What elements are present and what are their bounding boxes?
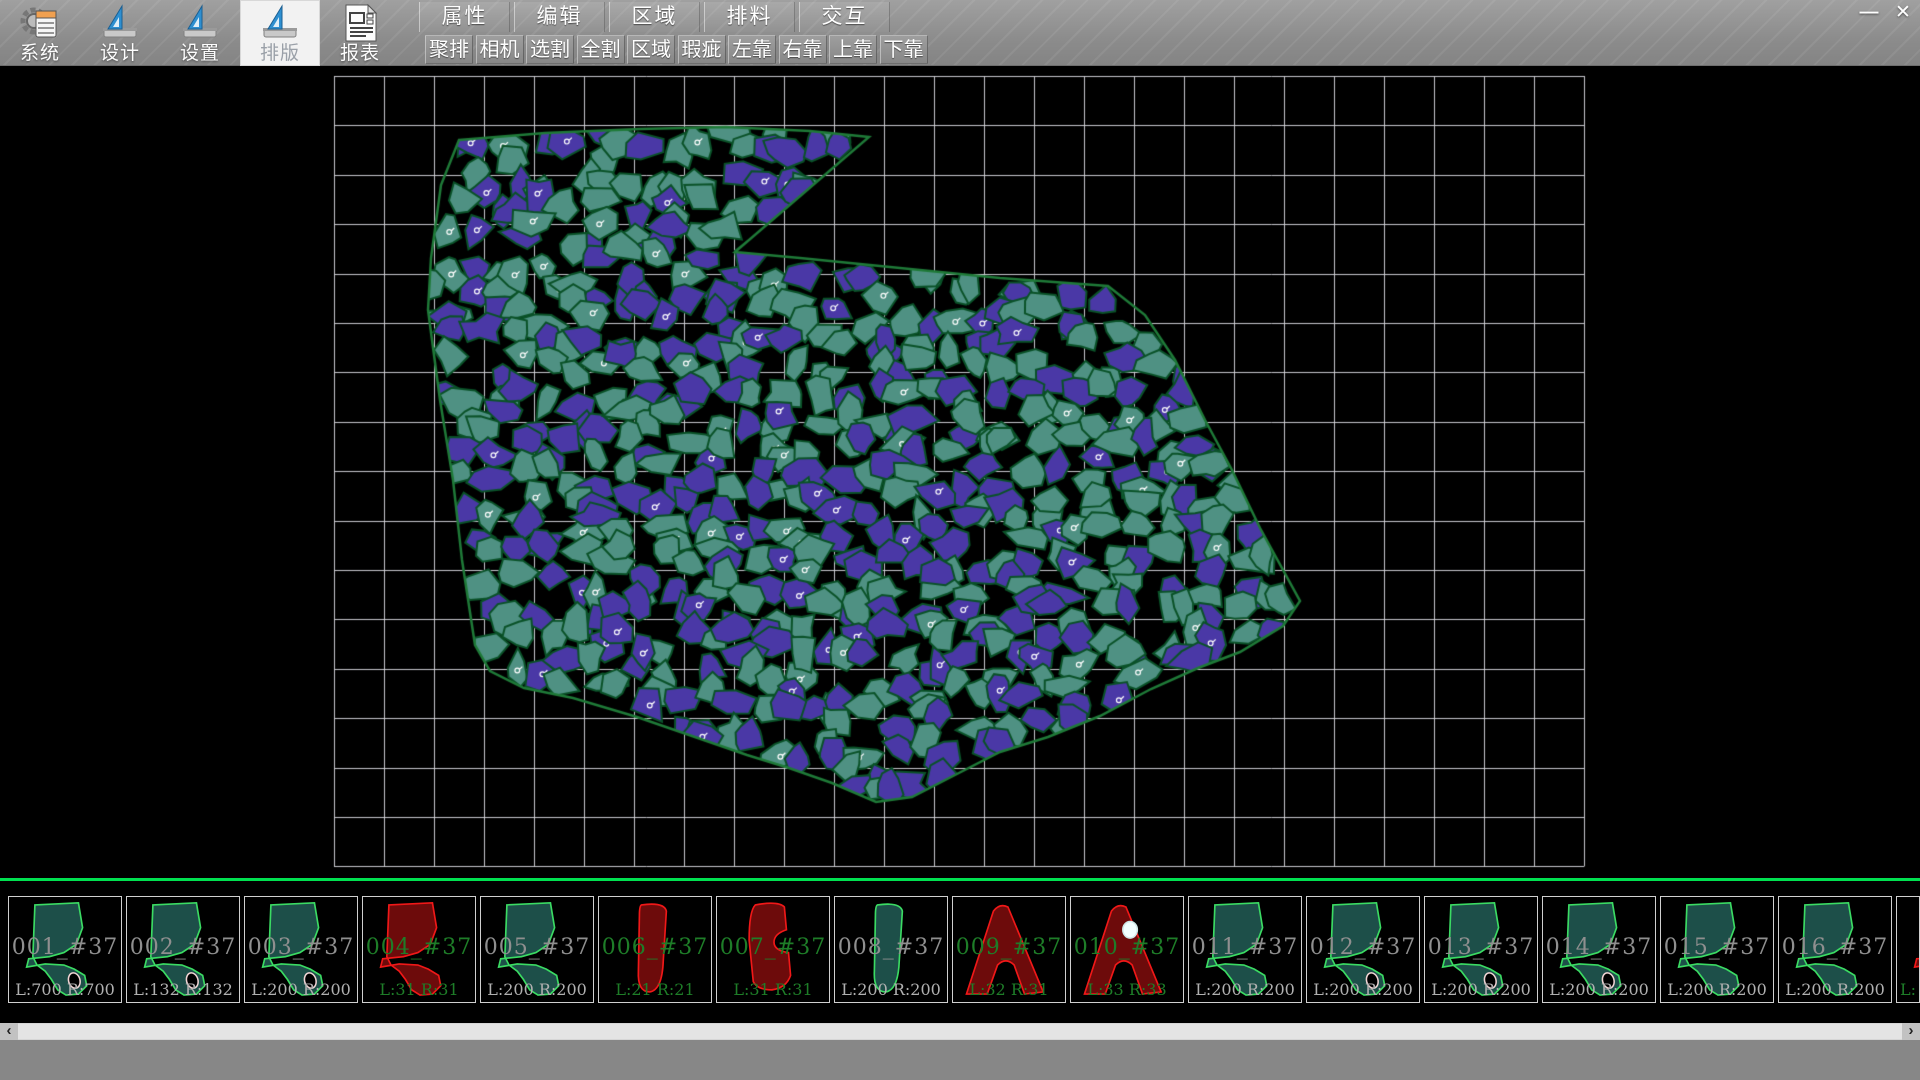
part-thumbnail-004_#37[interactable]: 004_#37 L:31 R:31 xyxy=(362,896,476,1003)
design-ruler-icon xyxy=(80,3,160,43)
part-id-label: 006_#37 xyxy=(599,935,711,960)
part-lr-count-label: L:200 R:200 xyxy=(835,980,947,999)
part-thumbnail-005_#37[interactable]: 005_#37 L:200 R:200 xyxy=(480,896,594,1003)
part-id-label: 008_#37 xyxy=(835,935,947,960)
part-id-label: 009_#37 xyxy=(953,935,1065,960)
mode-button-label: 排版 xyxy=(240,43,320,65)
action-button-区域[interactable]: 区域 xyxy=(627,35,675,64)
part-id-label: 005_#37 xyxy=(481,935,593,960)
action-button-选割[interactable]: 选割 xyxy=(526,35,574,64)
menu-tab-交互[interactable]: 交互 xyxy=(799,2,890,32)
mode-button-报表[interactable]: 报表 xyxy=(320,0,400,66)
part-thumbnail-strip: 001_#37 L:700 R:700 002_#37 L:132 R:132 003_… xyxy=(0,876,1920,1023)
part-thumbnail-006_#37[interactable]: 006_#37 L:21 R:21 xyxy=(598,896,712,1003)
mode-button-系统[interactable]: 系统 xyxy=(0,0,80,66)
nesting-ruler-icon xyxy=(240,3,320,43)
part-thumbnail-009_#37[interactable]: 009_#37 L:32 R:31 xyxy=(952,896,1066,1003)
scrollbar-thumb[interactable] xyxy=(18,1024,1902,1039)
part-id-label: 002_#37 xyxy=(127,935,239,960)
part-lr-count-label: L:132 R:132 xyxy=(127,980,239,999)
part-lr-count-label: L:31 R:31 xyxy=(363,980,475,999)
part-lr-count-label: L:200 R:200 xyxy=(1661,980,1773,999)
part-thumbnail-partial[interactable]: L: xyxy=(1896,896,1920,1003)
scroll-right-arrow-icon[interactable]: › xyxy=(1902,1023,1920,1040)
part-thumbnail-002_#37[interactable]: 002_#37 L:132 R:132 xyxy=(126,896,240,1003)
part-lr-count-label: L:33 R:33 xyxy=(1071,980,1183,999)
mode-button-label: 系统 xyxy=(0,43,80,65)
part-lr-count-label: L:200 R:200 xyxy=(1189,980,1301,999)
part-id-label: 011_#37 xyxy=(1189,935,1301,960)
system-gear-icon xyxy=(0,3,80,43)
action-button-瑕疵[interactable]: 瑕疵 xyxy=(678,35,726,64)
action-button-上靠[interactable]: 上靠 xyxy=(829,35,877,64)
part-thumbnail-014_#37[interactable]: 014_#37 L:200 R:200 xyxy=(1542,896,1656,1003)
part-id-label: 010_#37 xyxy=(1071,935,1183,960)
part-lr-count-label: L:21 R:21 xyxy=(599,980,711,999)
strip-accent-line xyxy=(0,878,1920,881)
action-button-全割[interactable]: 全割 xyxy=(577,35,625,64)
mode-button-排版[interactable]: 排版 xyxy=(240,0,320,66)
part-id-label: 003_#37 xyxy=(245,935,357,960)
part-id-label: 012_#37 xyxy=(1307,935,1419,960)
part-id-label: 015_#37 xyxy=(1661,935,1773,960)
part-thumbnail-015_#37[interactable]: 015_#37 L:200 R:200 xyxy=(1660,896,1774,1003)
part-id-label: 014_#37 xyxy=(1543,935,1655,960)
part-id-label: 001_#37 xyxy=(9,935,121,960)
scroll-left-arrow-icon[interactable]: ‹ xyxy=(0,1023,18,1040)
menu-tab-属性[interactable]: 属性 xyxy=(419,2,510,32)
part-lr-count-label: L:200 R:200 xyxy=(245,980,357,999)
footer-bar xyxy=(0,1040,1920,1080)
part-lr-count-label: L:200 R:200 xyxy=(1425,980,1537,999)
horizontal-scrollbar[interactable]: ‹ › xyxy=(0,1023,1920,1040)
part-id-label: 007_#37 xyxy=(717,935,829,960)
mode-button-设置[interactable]: 设置 xyxy=(160,0,240,66)
menu-tab-排料[interactable]: 排料 xyxy=(704,2,795,32)
report-doc-icon xyxy=(320,3,400,43)
part-lr-count-label: L:32 R:31 xyxy=(953,980,1065,999)
part-id-label: 013_#37 xyxy=(1425,935,1537,960)
part-id-label: 004_#37 xyxy=(363,935,475,960)
mode-button-label: 报表 xyxy=(320,43,400,65)
mode-button-设计[interactable]: 设计 xyxy=(80,0,160,66)
action-button-左靠[interactable]: 左靠 xyxy=(728,35,776,64)
part-lr-count-label: L:200 R:200 xyxy=(1779,980,1891,999)
part-id-label: 016_#37 xyxy=(1779,935,1891,960)
part-thumbnail-016_#37[interactable]: 016_#37 L:200 R:200 xyxy=(1778,896,1892,1003)
mode-button-label: 设置 xyxy=(160,43,240,65)
part-thumbnail-007_#37[interactable]: 007_#37 L:31 R:31 xyxy=(716,896,830,1003)
action-button-右靠[interactable]: 右靠 xyxy=(779,35,827,64)
part-thumbnail-013_#37[interactable]: 013_#37 L:200 R:200 xyxy=(1424,896,1538,1003)
part-lr-count-label: L:200 R:200 xyxy=(1307,980,1419,999)
part-thumbnail-010_#37[interactable]: 010_#37 L:33 R:33 xyxy=(1070,896,1184,1003)
main-toolbar: 系统设计设置排版报表 属性编辑区域排料交互 聚排相机选割全割区域瑕疵左靠右靠上靠… xyxy=(0,0,1920,66)
part-thumbnail-003_#37[interactable]: 003_#37 L:200 R:200 xyxy=(244,896,358,1003)
minimize-button[interactable]: — xyxy=(1850,1,1888,25)
menu-tab-编辑[interactable]: 编辑 xyxy=(514,2,605,32)
nesting-canvas[interactable] xyxy=(0,66,1920,876)
menu-tab-区域[interactable]: 区域 xyxy=(609,2,700,32)
part-thumbnail-011_#37[interactable]: 011_#37 L:200 R:200 xyxy=(1188,896,1302,1003)
settings-ruler-icon xyxy=(160,3,240,43)
mode-button-label: 设计 xyxy=(80,43,160,65)
close-button[interactable]: ✕ xyxy=(1888,1,1918,25)
part-lr-count-label: L:200 R:200 xyxy=(481,980,593,999)
part-lr-count-label: L:200 R:200 xyxy=(1543,980,1655,999)
action-button-下靠[interactable]: 下靠 xyxy=(880,35,928,64)
part-lr-count-label: L:31 R:31 xyxy=(717,980,829,999)
part-thumbnail-008_#37[interactable]: 008_#37 L:200 R:200 xyxy=(834,896,948,1003)
action-button-相机[interactable]: 相机 xyxy=(476,35,524,64)
action-button-聚排[interactable]: 聚排 xyxy=(425,35,473,64)
part-thumbnail-001_#37[interactable]: 001_#37 L:700 R:700 xyxy=(8,896,122,1003)
part-lr-count-label: L: xyxy=(1897,980,1919,999)
part-thumbnail-012_#37[interactable]: 012_#37 L:200 R:200 xyxy=(1306,896,1420,1003)
part-lr-count-label: L:700 R:700 xyxy=(9,980,121,999)
